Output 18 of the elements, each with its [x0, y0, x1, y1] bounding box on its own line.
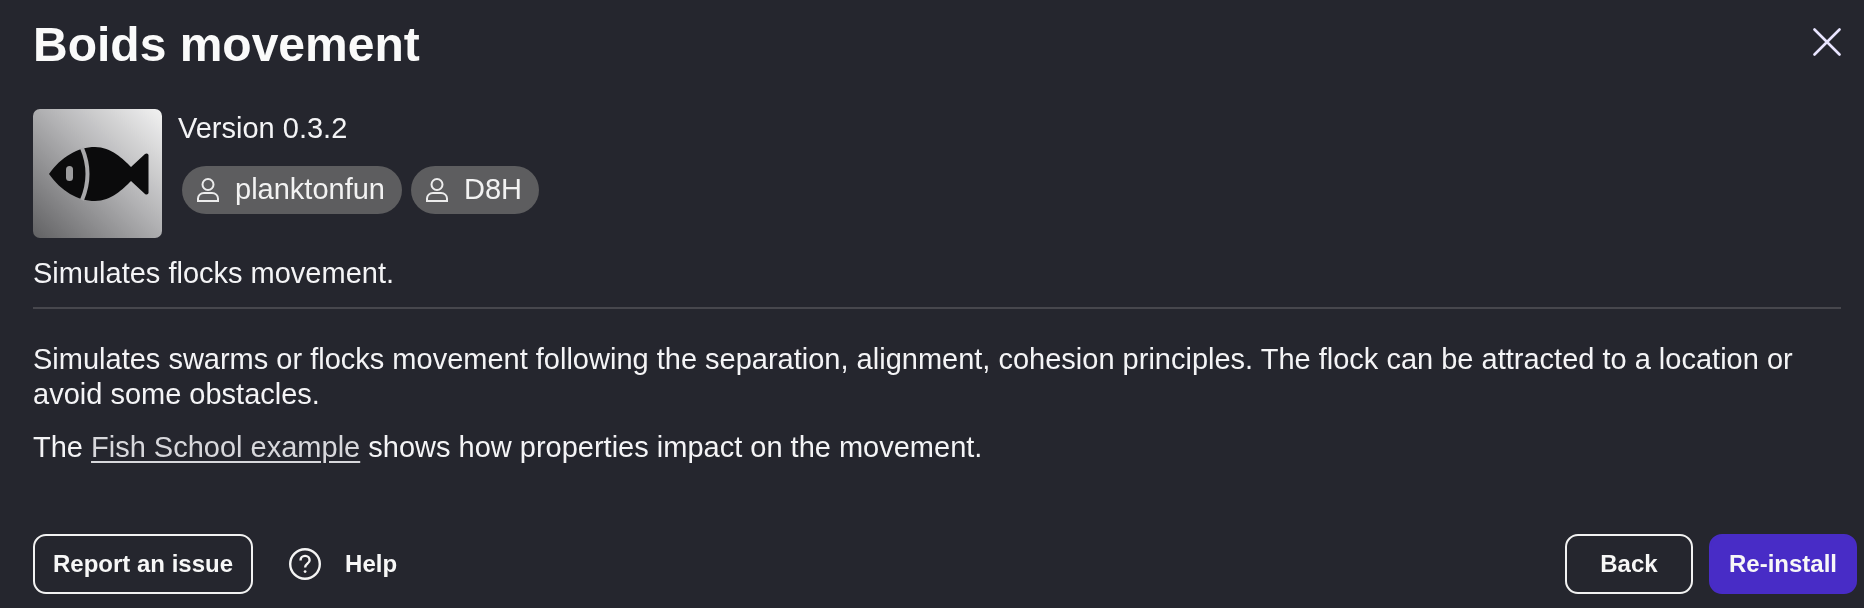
dialog-title: Boids movement — [33, 17, 420, 73]
close-icon — [1813, 28, 1841, 56]
help-button[interactable]: Help — [269, 534, 418, 594]
fish-icon — [33, 108, 162, 238]
description-paragraph: The Fish School example shows how properties impact on the movement. — [33, 429, 984, 465]
outlined-button[interactable]: Back — [1564, 534, 1693, 594]
close-button[interactable] — [1813, 28, 1841, 56]
author-chip[interactable]: planktonfun — [182, 165, 402, 214]
short-description: Simulates flocks movement. — [33, 255, 395, 291]
help-icon — [289, 548, 322, 580]
primary-button[interactable]: Re-install — [1708, 534, 1857, 594]
outlined-button[interactable]: Report an issue — [33, 534, 254, 594]
author-chip[interactable]: D8H — [410, 165, 539, 214]
version-label: Version 0.3.2 — [178, 110, 349, 146]
person-icon — [425, 177, 448, 202]
example-link[interactable]: Fish School example — [91, 430, 361, 463]
person-icon — [197, 177, 219, 202]
description-paragraph: Simulates swarms or flocks movement following the separation, alignment, cohesion principles. The flock can be attracted to a location or avoid some obstacles. — [33, 341, 1794, 412]
